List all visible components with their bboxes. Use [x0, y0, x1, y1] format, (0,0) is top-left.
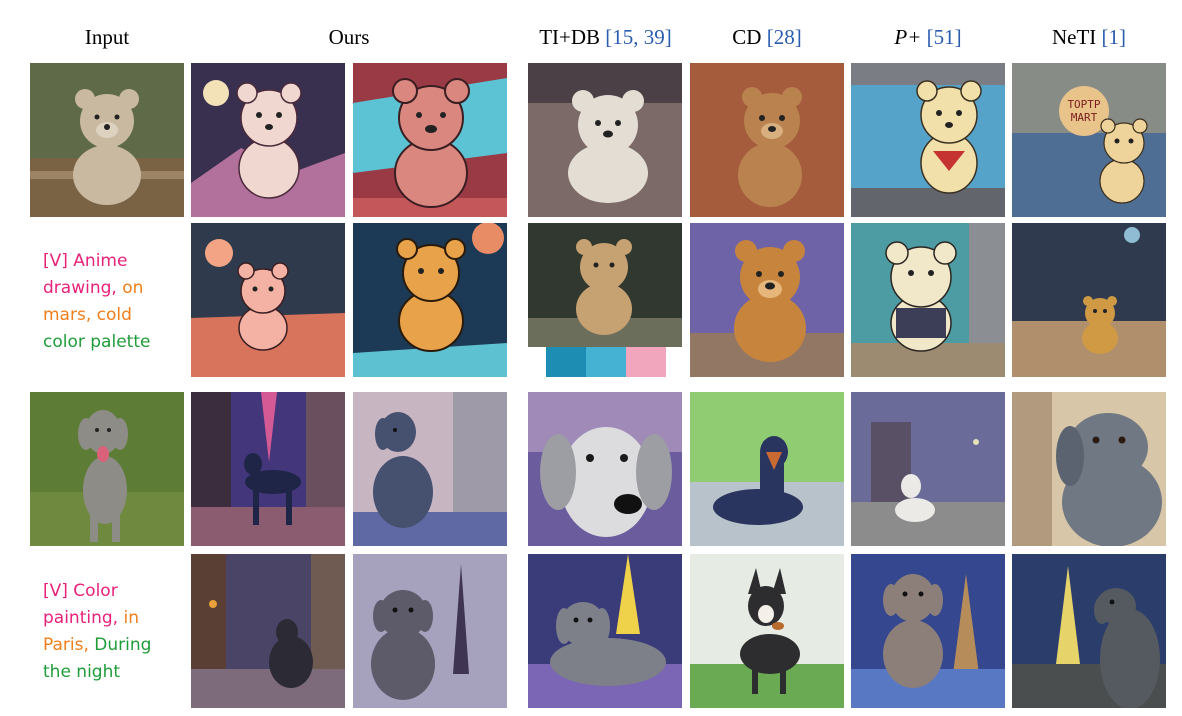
header-cd: CD [28] [732, 25, 802, 49]
prompt-bear-line-4: color palette [43, 332, 151, 352]
prompt-dog-line-3: Paris, During [43, 635, 152, 655]
ours-dog-1 [191, 392, 345, 546]
cd-bear-2 [690, 223, 844, 377]
cd-dog-2 [690, 554, 844, 708]
ours-bear-4 [353, 223, 507, 377]
citation-link-28[interactable]: 28 [774, 25, 795, 49]
neti-bear-2 [1012, 223, 1166, 377]
ti-db-bear-2 [528, 223, 682, 377]
p-plus-dog-1 [851, 392, 1005, 546]
neti-dog-1 [1012, 392, 1166, 546]
prompt-bear-line-1: [V] Anime [43, 251, 128, 271]
watermark-line-1: TOPTP [1067, 98, 1100, 111]
watermark-line-2: MART [1071, 111, 1098, 124]
ours-bear-2 [353, 63, 507, 217]
citation-link-39[interactable]: 39 [644, 25, 665, 49]
prompt-bear-line-3: mars, cold [43, 305, 132, 325]
prompt-dog-line-2: painting, in [43, 608, 139, 628]
ours-dog-3 [191, 554, 345, 708]
header-p-plus: P+ [51] [894, 25, 962, 49]
ours-dog-4 [353, 554, 507, 708]
input-dog-photo [30, 392, 184, 546]
p-plus-bear-2 [851, 223, 1005, 377]
ti-db-bear-1 [528, 63, 682, 217]
p-plus-bear-1 [851, 63, 1005, 217]
prompt-dog-line-1: [V] Color [43, 581, 118, 601]
prompt-dog-line-4: the night [43, 662, 121, 682]
ours-bear-3 [191, 223, 345, 377]
ti-db-dog-2 [528, 554, 682, 708]
header-neti: NeTI [1] [1051, 25, 1127, 49]
prompt-bear-line-2: drawing, on [43, 278, 144, 298]
neti-bear-1: TOPTP MART [1012, 63, 1166, 217]
ours-dog-2 [353, 392, 507, 546]
neti-dog-2 [1012, 554, 1166, 708]
header-ours: Ours [328, 25, 370, 49]
p-plus-dog-2 [851, 554, 1005, 708]
ours-bear-1 [191, 63, 345, 217]
cd-bear-1 [690, 63, 844, 217]
citation-link-15[interactable]: 15 [612, 25, 633, 49]
cd-dog-1 [690, 392, 844, 546]
citation-link-1[interactable]: 1 [1109, 25, 1120, 49]
header-ti-db: TI+DB [15, 39] [539, 25, 672, 49]
header-input: Input [84, 25, 130, 49]
prompt-dog: [V] Color painting, in Paris, During the… [43, 578, 151, 686]
input-bear-photo [30, 63, 184, 217]
ti-db-dog-1 [528, 392, 682, 546]
citation-link-51[interactable]: 51 [934, 25, 955, 49]
prompt-bear: [V] Anime drawing, on mars, cold color p… [43, 248, 150, 356]
